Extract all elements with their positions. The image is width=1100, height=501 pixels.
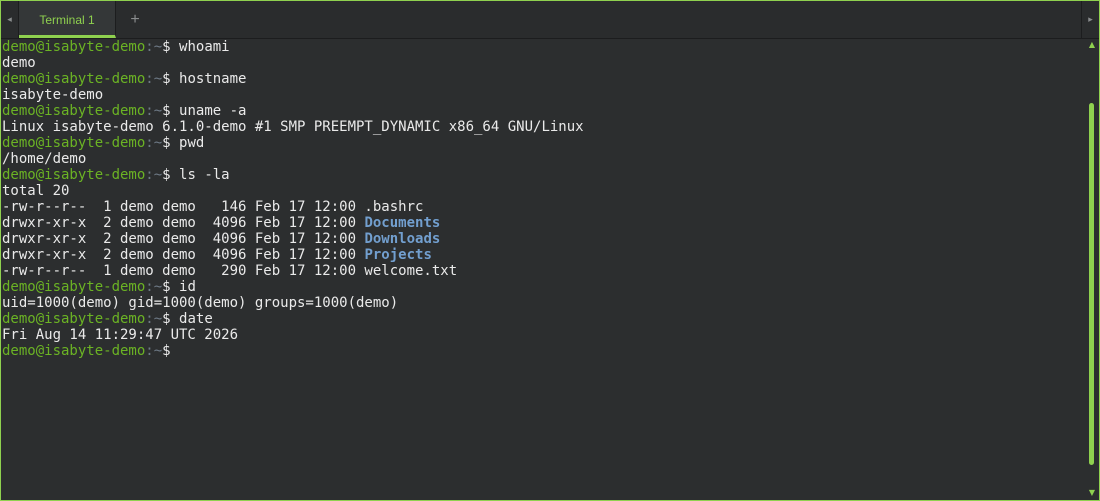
output-line: Fri Aug 14 11:29:47 UTC 2026 [2,327,1087,343]
prompt-path: :~ [145,167,163,183]
output-line: demo [2,55,1087,71]
terminal-window: ◂ Terminal 1 + ▸ demo@isabyte-demo:~$ wh… [0,0,1100,501]
directory-name: Projects [364,247,432,263]
prompt-user-host: demo@isabyte-demo [2,39,146,55]
tab-scroll-left-button[interactable]: ◂ [1,1,19,38]
prompt-user-host: demo@isabyte-demo [2,167,146,183]
prompt-symbol: $ [162,103,171,119]
prompt-user-host: demo@isabyte-demo [2,71,146,87]
prompt-line: demo@isabyte-demo:~$ date [2,311,1087,327]
output-line: Linux isabyte-demo 6.1.0-demo #1 SMP PRE… [2,119,1087,135]
prompt-user-host: demo@isabyte-demo [2,343,146,359]
output-text: Fri Aug 14 11:29:47 UTC 2026 [2,327,239,343]
command-text: id [179,279,196,295]
prompt-path: :~ [145,39,163,55]
scroll-down-icon[interactable]: ▼ [1086,487,1098,499]
prompt-line: demo@isabyte-demo:~$ uname -a [2,103,1087,119]
prompt-path: :~ [145,279,163,295]
ls-entry-prefix: drwxr-xr-x 2 demo demo 4096 Feb 17 12:00 [2,215,365,231]
command-text: pwd [179,135,205,151]
tab-terminal-1[interactable]: Terminal 1 [19,1,116,38]
prompt-symbol: $ [162,343,171,359]
plus-icon: + [130,10,140,28]
prompt-line: demo@isabyte-demo:~$ hostname [2,71,1087,87]
prompt-line: demo@isabyte-demo:~$ [2,343,1087,359]
tab-bar: ◂ Terminal 1 + ▸ [1,1,1099,39]
prompt-line: demo@isabyte-demo:~$ whoami [2,39,1087,55]
prompt-user-host: demo@isabyte-demo [2,135,146,151]
prompt-user-host: demo@isabyte-demo [2,279,146,295]
prompt-path: :~ [145,103,163,119]
directory-name: Downloads [364,231,441,247]
output-line: isabyte-demo [2,87,1087,103]
terminal-output[interactable]: demo@isabyte-demo:~$ whoami demo demo@isab… [2,39,1087,499]
output-text: isabyte-demo [2,87,104,103]
prompt-user-host: demo@isabyte-demo [2,311,146,327]
prompt-path: :~ [145,135,163,151]
prompt-user-host: demo@isabyte-demo [2,103,146,119]
output-text: -rw-r--r-- 1 demo demo 290 Feb 17 12:00 … [2,263,458,279]
output-line: -rw-r--r-- 1 demo demo 146 Feb 17 12:00 … [2,199,1087,215]
prompt-symbol: $ [162,71,171,87]
prompt-symbol: $ [162,167,171,183]
tab-scroll-right-button[interactable]: ▸ [1081,1,1099,38]
scroll-thumb[interactable] [1089,103,1094,466]
output-text: uid=1000(demo) gid=1000(demo) groups=100… [2,295,399,311]
output-text: total 20 [2,183,70,199]
prompt-line: demo@isabyte-demo:~$ id [2,279,1087,295]
scrollbar[interactable]: ▲ ▼ [1086,39,1098,499]
prompt-path: :~ [145,343,163,359]
command-text: uname -a [179,103,247,119]
prompt-path: :~ [145,311,163,327]
prompt-symbol: $ [162,135,171,151]
prompt-path: :~ [145,71,163,87]
output-line: uid=1000(demo) gid=1000(demo) groups=100… [2,295,1087,311]
command-text: ls -la [179,167,230,183]
chevron-left-icon: ◂ [7,14,12,24]
directory-name: Documents [364,215,441,231]
ls-entry-prefix: drwxr-xr-x 2 demo demo 4096 Feb 17 12:00 [2,247,365,263]
output-text: demo [2,55,36,71]
output-line: drwxr-xr-x 2 demo demo 4096 Feb 17 12:00… [2,247,1087,263]
output-line: total 20 [2,183,1087,199]
ls-entry-prefix: drwxr-xr-x 2 demo demo 4096 Feb 17 12:00 [2,231,365,247]
new-tab-button[interactable]: + [116,1,154,38]
output-line: /home/demo [2,151,1087,167]
command-text: whoami [179,39,230,55]
output-text: /home/demo [2,151,87,167]
command-text: date [179,311,213,327]
chevron-right-icon: ▸ [1088,14,1093,24]
prompt-symbol: $ [162,311,171,327]
output-text: Linux isabyte-demo 6.1.0-demo #1 SMP PRE… [2,119,584,135]
output-text: -rw-r--r-- 1 demo demo 146 Feb 17 12:00 … [2,199,424,215]
prompt-line: demo@isabyte-demo:~$ ls -la [2,167,1087,183]
tab-label: Terminal 1 [39,12,95,27]
prompt-line: demo@isabyte-demo:~$ pwd [2,135,1087,151]
output-line: drwxr-xr-x 2 demo demo 4096 Feb 17 12:00… [2,215,1087,231]
prompt-symbol: $ [162,279,171,295]
output-line: drwxr-xr-x 2 demo demo 4096 Feb 17 12:00… [2,231,1087,247]
output-line: -rw-r--r-- 1 demo demo 290 Feb 17 12:00 … [2,263,1087,279]
command-text: hostname [179,71,247,87]
scroll-up-icon[interactable]: ▲ [1086,39,1098,51]
prompt-symbol: $ [162,39,171,55]
